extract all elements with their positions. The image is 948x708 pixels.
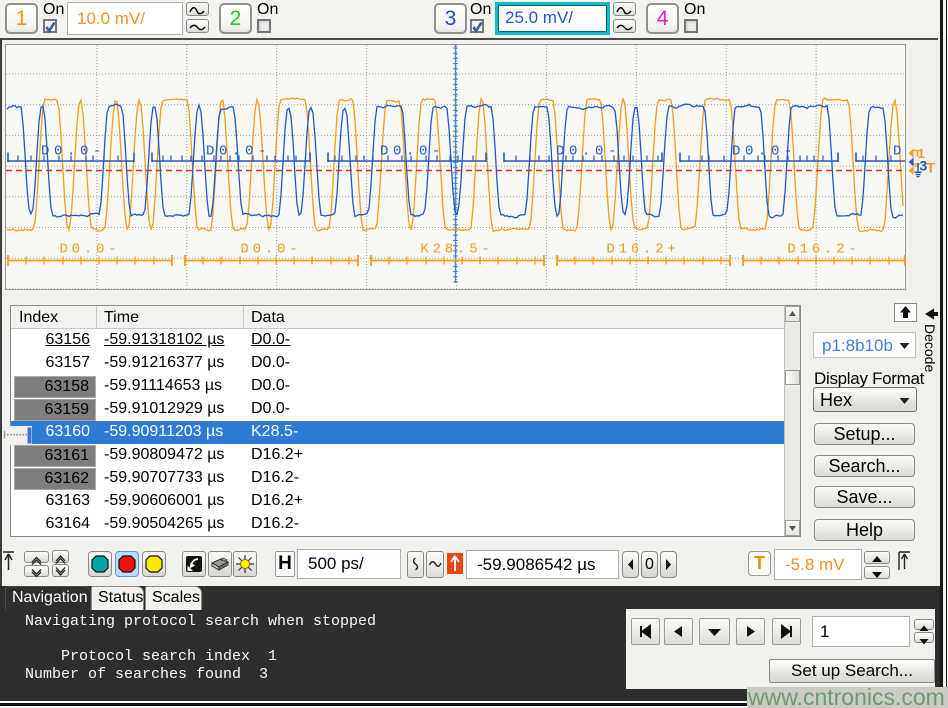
svg-text:D0.0-: D0.0- — [59, 242, 120, 258]
svg-text:T: T — [927, 160, 936, 176]
svg-text:D: D — [893, 144, 906, 160]
svg-text:D0.0-: D0.0- — [206, 144, 271, 160]
svg-text:D0.0-: D0.0- — [240, 242, 301, 258]
svg-text:D0.0-: D0.0- — [380, 144, 445, 160]
svg-text:D0.0-: D0.0- — [556, 144, 621, 160]
svg-text:Decode: Decode — [922, 324, 938, 372]
svg-text:D16.2+: D16.2+ — [606, 242, 679, 258]
svg-text:D16.2-: D16.2- — [787, 242, 860, 258]
svg-text:D0.0-: D0.0- — [41, 144, 106, 160]
svg-text:D0.0-: D0.0- — [732, 144, 797, 160]
svg-text:K28.5-: K28.5- — [420, 242, 493, 258]
